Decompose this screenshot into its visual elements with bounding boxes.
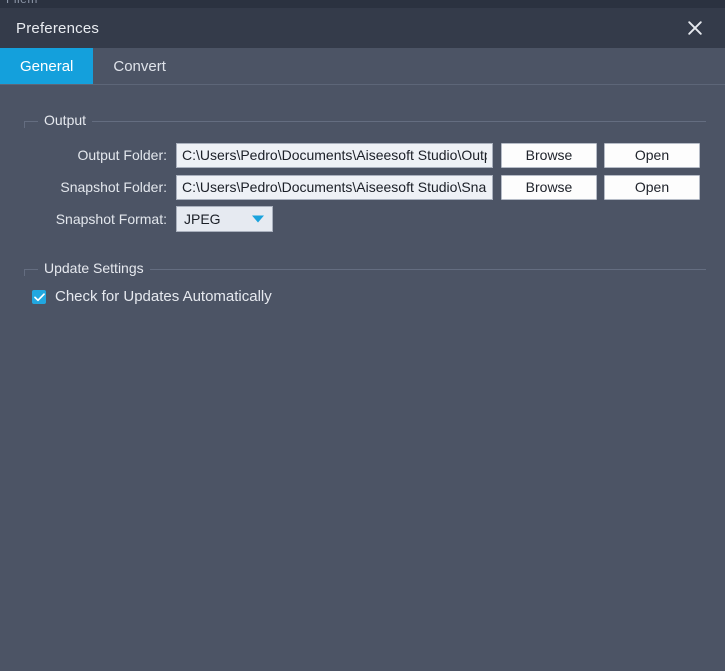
row-output-folder: Output Folder: Browse Open	[24, 142, 700, 168]
snapshot-folder-label: Snapshot Folder:	[60, 179, 167, 195]
group-update-header: Update Settings	[24, 260, 706, 278]
group-update-rule-tick	[24, 269, 25, 276]
output-folder-label: Output Folder:	[77, 147, 168, 163]
close-icon[interactable]	[681, 14, 709, 42]
tab-general-label: General	[20, 57, 74, 75]
snapshot-format-select[interactable]: JPEG	[176, 206, 273, 232]
group-output-rule-tick	[24, 121, 25, 128]
background-app-bleed: Filem	[0, 0, 725, 8]
preferences-content: Output Output Folder: Browse Open Snapsh…	[0, 86, 725, 671]
group-output-header: Output	[24, 112, 706, 130]
group-output-rule	[24, 121, 706, 122]
snapshot-folder-open-button[interactable]: Open	[604, 174, 700, 200]
chevron-down-icon	[252, 215, 264, 223]
check-updates-checkbox[interactable]	[32, 289, 46, 304]
tab-general[interactable]: General	[0, 48, 94, 84]
snapshot-format-value: JPEG	[184, 211, 221, 227]
snapshot-folder-browse-button[interactable]: Browse	[501, 174, 597, 200]
background-app-label: Filem	[6, 0, 38, 6]
dialog-title: Preferences	[16, 19, 100, 37]
tab-strip: General Convert	[0, 48, 725, 85]
tab-convert-label: Convert	[113, 57, 166, 75]
row-snapshot-folder: Snapshot Folder: Browse Open	[24, 174, 700, 200]
group-update-title: Update Settings	[38, 260, 150, 276]
tab-convert[interactable]: Convert	[93, 48, 186, 84]
snapshot-folder-input[interactable]	[176, 174, 493, 200]
group-output: Output Output Folder: Browse Open Snapsh…	[24, 112, 706, 232]
group-output-title: Output	[38, 112, 93, 128]
dialog-titlebar: Preferences	[0, 8, 725, 48]
group-update-settings: Update Settings Check for Updates Automa…	[24, 260, 706, 305]
output-folder-input[interactable]	[176, 142, 493, 168]
row-snapshot-format: Snapshot Format: JPEG	[24, 206, 273, 232]
check-updates-label: Check for Updates Automatically	[55, 288, 272, 305]
output-folder-open-button[interactable]: Open	[604, 142, 700, 168]
output-folder-browse-button[interactable]: Browse	[501, 142, 597, 168]
snapshot-format-label: Snapshot Format:	[55, 211, 167, 227]
check-updates-row[interactable]: Check for Updates Automatically	[32, 288, 272, 305]
